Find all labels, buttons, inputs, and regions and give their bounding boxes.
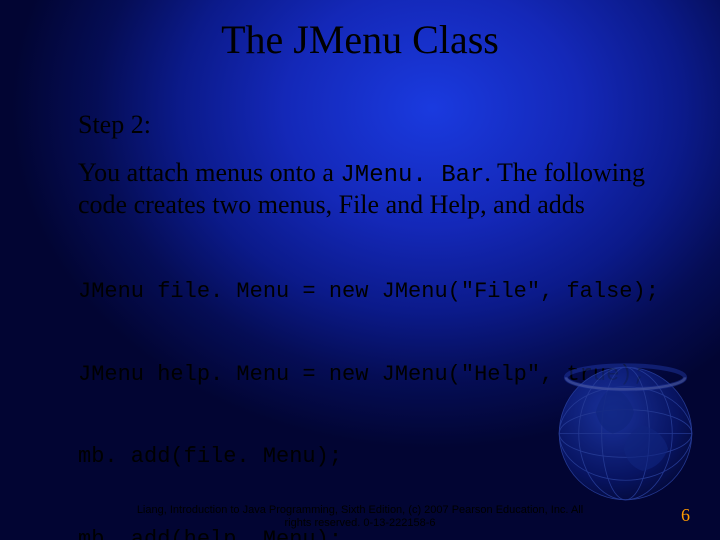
code-line: JMenu file. Menu = new JMenu("File", fal… <box>78 278 660 306</box>
slide: The JMenu Class Step 2: You attach menus… <box>0 0 720 540</box>
slide-title: The JMenu Class <box>0 16 720 63</box>
inline-code: JMenu. Bar <box>340 162 484 189</box>
body-paragraph: You attach menus onto a JMenu. Bar. The … <box>78 158 660 219</box>
footer-line2: rights reserved. 0-13-222158-6 <box>284 517 435 529</box>
step-label: Step 2: <box>78 110 660 140</box>
footer: Liang, Introduction to Java Programming,… <box>0 504 720 530</box>
code-line: JMenu help. Menu = new JMenu("Help", tru… <box>78 361 660 389</box>
slide-body: Step 2: You attach menus onto a JMenu. B… <box>78 110 660 540</box>
code-line: mb. add(file. Menu); <box>78 443 660 471</box>
code-block: JMenu file. Menu = new JMenu("File", fal… <box>78 223 660 540</box>
page-number: 6 <box>681 505 690 526</box>
footer-line1: Liang, Introduction to Java Programming,… <box>137 504 583 516</box>
para-prefix: You attach menus onto a <box>78 158 340 187</box>
